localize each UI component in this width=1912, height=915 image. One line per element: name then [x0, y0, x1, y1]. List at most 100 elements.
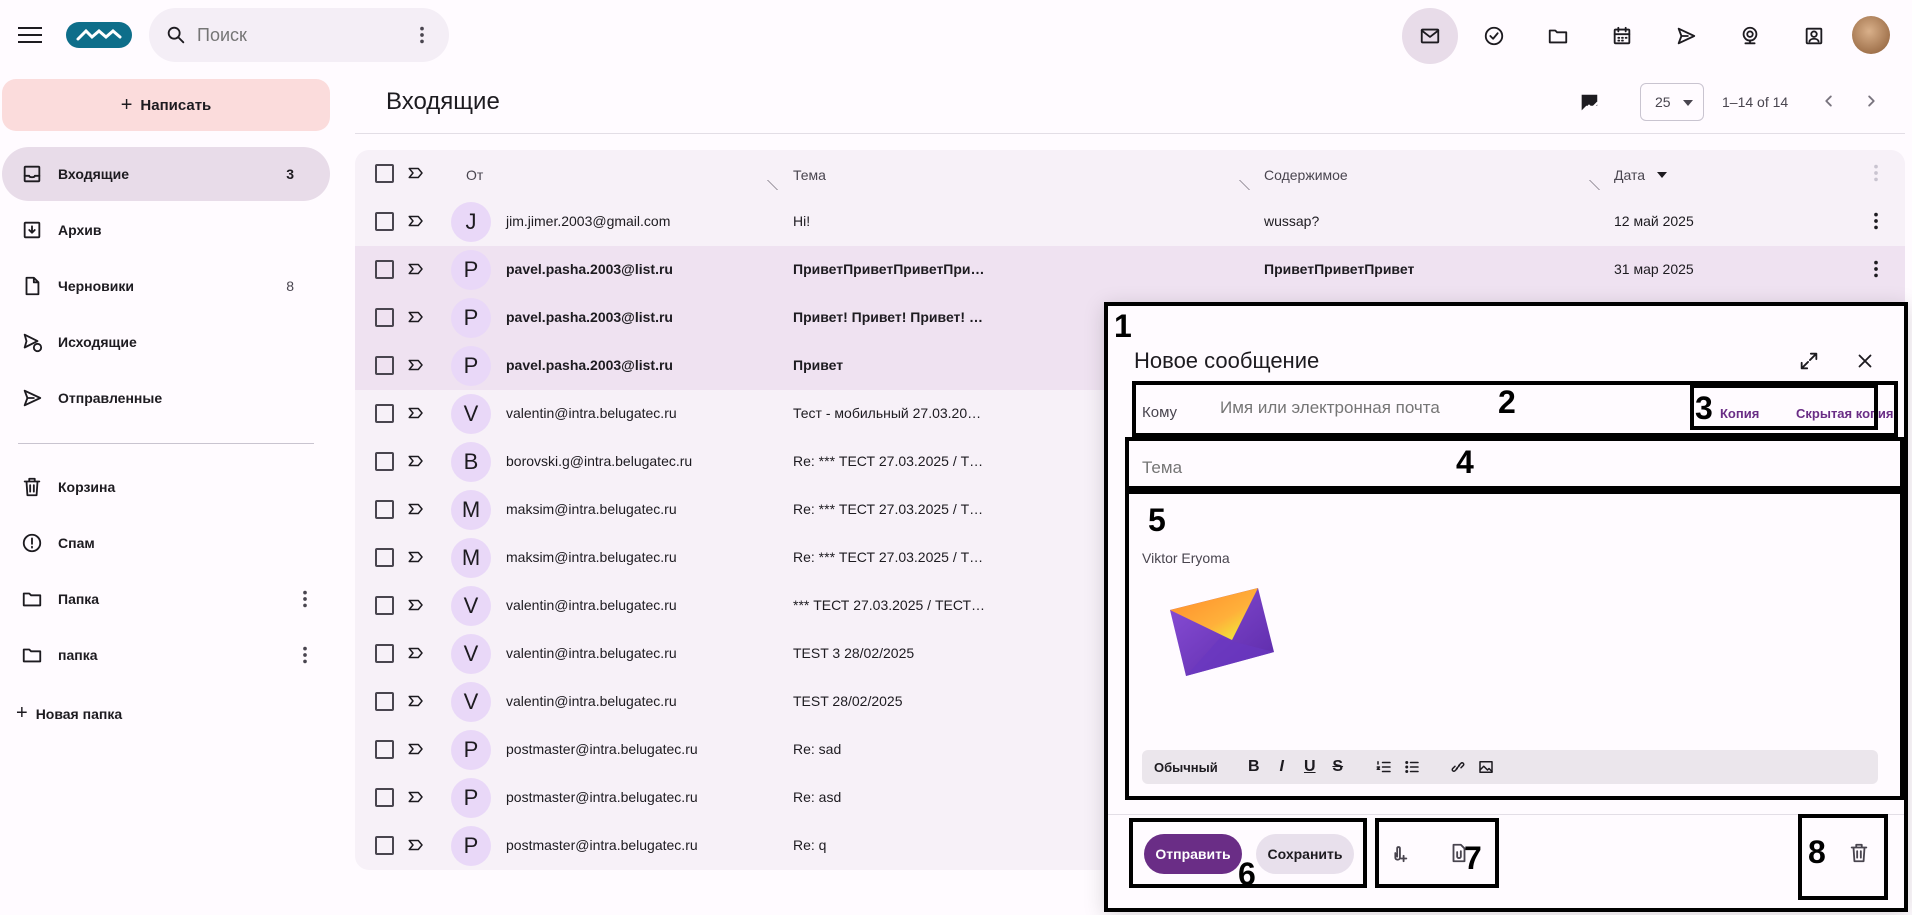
more-vert-icon[interactable]	[294, 644, 316, 666]
resize-handle[interactable]	[758, 180, 778, 190]
menu-icon[interactable]	[16, 22, 44, 48]
row-checkbox[interactable]	[375, 644, 394, 663]
row-checkbox[interactable]	[375, 596, 394, 615]
chevron-down-icon	[1683, 100, 1693, 106]
label-important-icon[interactable]	[407, 740, 425, 758]
tasks-app-button[interactable]	[1466, 8, 1522, 64]
sidebar-item-label: Отправленные	[58, 390, 163, 406]
new-folder-button[interactable]: + Новая папка	[16, 702, 122, 725]
resize-handle[interactable]	[1580, 180, 1600, 190]
resize-handle[interactable]	[1230, 180, 1250, 190]
close-button[interactable]	[1854, 350, 1876, 372]
sender-avatar: V	[451, 394, 491, 434]
search-input[interactable]	[197, 24, 407, 46]
plus-icon: +	[16, 702, 28, 724]
row-checkbox[interactable]	[375, 836, 394, 855]
table-row[interactable]: Ppavel.pasha.2003@list.ru ПриветПриветПри…	[355, 246, 1905, 294]
table-row[interactable]: Jjim.jimer.2003@gmail.com Hi! wussap? 12 ма…	[355, 198, 1905, 246]
sender-address: borovski.g@intra.belugatec.ru	[506, 453, 693, 469]
row-checkbox[interactable]	[375, 500, 394, 519]
label-important-icon[interactable]	[407, 692, 425, 710]
message-subject: Re: q	[793, 837, 827, 853]
sidebar-item-label: Исходящие	[58, 334, 137, 350]
files-app-button[interactable]	[1530, 8, 1586, 64]
row-checkbox[interactable]	[375, 308, 394, 327]
message-subject: Re: sad	[793, 741, 842, 757]
sender-address: jim.jimer.2003@gmail.com	[506, 213, 671, 229]
send-app-button[interactable]	[1658, 8, 1714, 64]
message-date: 31 мар 2025	[1614, 261, 1694, 277]
video-app-button[interactable]	[1722, 8, 1778, 64]
column-from[interactable]: От	[466, 167, 483, 183]
row-checkbox[interactable]	[375, 788, 394, 807]
mark-all-read-button[interactable]	[1578, 92, 1600, 114]
message-date: 12 май 2025	[1614, 213, 1694, 229]
row-checkbox[interactable]	[375, 452, 394, 471]
label-important-icon[interactable]	[407, 260, 425, 278]
label-important-icon[interactable]	[407, 788, 425, 806]
new-folder-label: Новая папка	[35, 705, 123, 722]
sidebar-item-folder-2[interactable]: папка	[2, 628, 330, 682]
sender-address: postmaster@intra.belugatec.ru	[506, 837, 698, 853]
sidebar-item-trash[interactable]: Корзина	[2, 460, 330, 514]
message-subject: Привет! Привет! Привет! …	[793, 309, 983, 325]
next-page-button[interactable]	[1860, 90, 1882, 112]
compose-label: Написать	[140, 96, 212, 114]
sidebar-item-spam[interactable]: Спам	[2, 516, 330, 570]
row-checkbox[interactable]	[375, 740, 394, 759]
label-important-icon[interactable]	[407, 500, 425, 518]
prev-page-button[interactable]	[1818, 90, 1840, 112]
label-important-icon[interactable]	[407, 644, 425, 662]
sender-address: maksim@intra.belugatec.ru	[506, 501, 677, 517]
label-important-icon[interactable]	[407, 356, 425, 374]
sidebar-item-outbox[interactable]: Исходящие	[2, 315, 330, 369]
user-avatar[interactable]	[1852, 16, 1890, 54]
sidebar-item-sent[interactable]: Отправленные	[2, 371, 330, 425]
more-vert-icon[interactable]	[1865, 162, 1887, 184]
label-important-icon[interactable]	[407, 548, 425, 566]
label-important-icon[interactable]	[407, 452, 425, 470]
sidebar-item-archive[interactable]: Архив	[2, 203, 330, 257]
app-logo[interactable]	[66, 22, 132, 48]
label-important-icon[interactable]	[407, 164, 425, 182]
search-bar[interactable]	[149, 8, 449, 62]
label-important-icon[interactable]	[407, 404, 425, 422]
sender-avatar: P	[451, 778, 491, 818]
select-all-checkbox[interactable]	[375, 164, 394, 183]
compose-button[interactable]: + Написать	[2, 79, 330, 131]
message-subject: Re: *** ТЕСТ 27.03.2025 / Т…	[793, 549, 984, 565]
more-vert-icon[interactable]	[294, 588, 316, 610]
expand-button[interactable]	[1798, 350, 1820, 372]
sidebar-item-folder[interactable]: Папка	[2, 572, 330, 626]
more-vert-icon[interactable]	[411, 24, 433, 46]
column-body[interactable]: Содержимое	[1264, 167, 1348, 183]
more-vert-icon[interactable]	[1865, 210, 1887, 232]
annotation-marker-6: 6	[1238, 856, 1256, 892]
chevron-left-icon	[1825, 95, 1832, 107]
compose-title: Новое сообщение	[1134, 348, 1320, 373]
label-important-icon[interactable]	[407, 212, 425, 230]
calendar-app-button[interactable]	[1594, 8, 1650, 64]
row-checkbox[interactable]	[375, 356, 394, 375]
column-subject[interactable]: Тема	[793, 167, 826, 183]
annotation-marker-2: 2	[1498, 384, 1516, 420]
row-checkbox[interactable]	[375, 404, 394, 423]
row-checkbox[interactable]	[375, 212, 394, 231]
contacts-app-button[interactable]	[1786, 8, 1842, 64]
sidebar-item-label: Входящие	[58, 166, 129, 182]
mail-app-button[interactable]	[1402, 8, 1458, 64]
pagination-range: 1–14 of 14	[1722, 94, 1789, 110]
row-checkbox[interactable]	[375, 260, 394, 279]
label-important-icon[interactable]	[407, 596, 425, 614]
label-important-icon[interactable]	[407, 836, 425, 854]
sidebar-item-drafts[interactable]: Черновики 8	[2, 259, 330, 313]
message-subject: TEST 3 28/02/2025	[793, 645, 915, 661]
label-important-icon[interactable]	[407, 308, 425, 326]
per-page-select[interactable]: 25	[1640, 83, 1704, 121]
row-checkbox[interactable]	[375, 548, 394, 567]
sender-address: valentin@intra.belugatec.ru	[506, 597, 677, 613]
more-vert-icon[interactable]	[1865, 258, 1887, 280]
sidebar-item-inbox[interactable]: Входящие 3	[2, 147, 330, 201]
column-date[interactable]: Дата	[1614, 167, 1668, 183]
row-checkbox[interactable]	[375, 692, 394, 711]
